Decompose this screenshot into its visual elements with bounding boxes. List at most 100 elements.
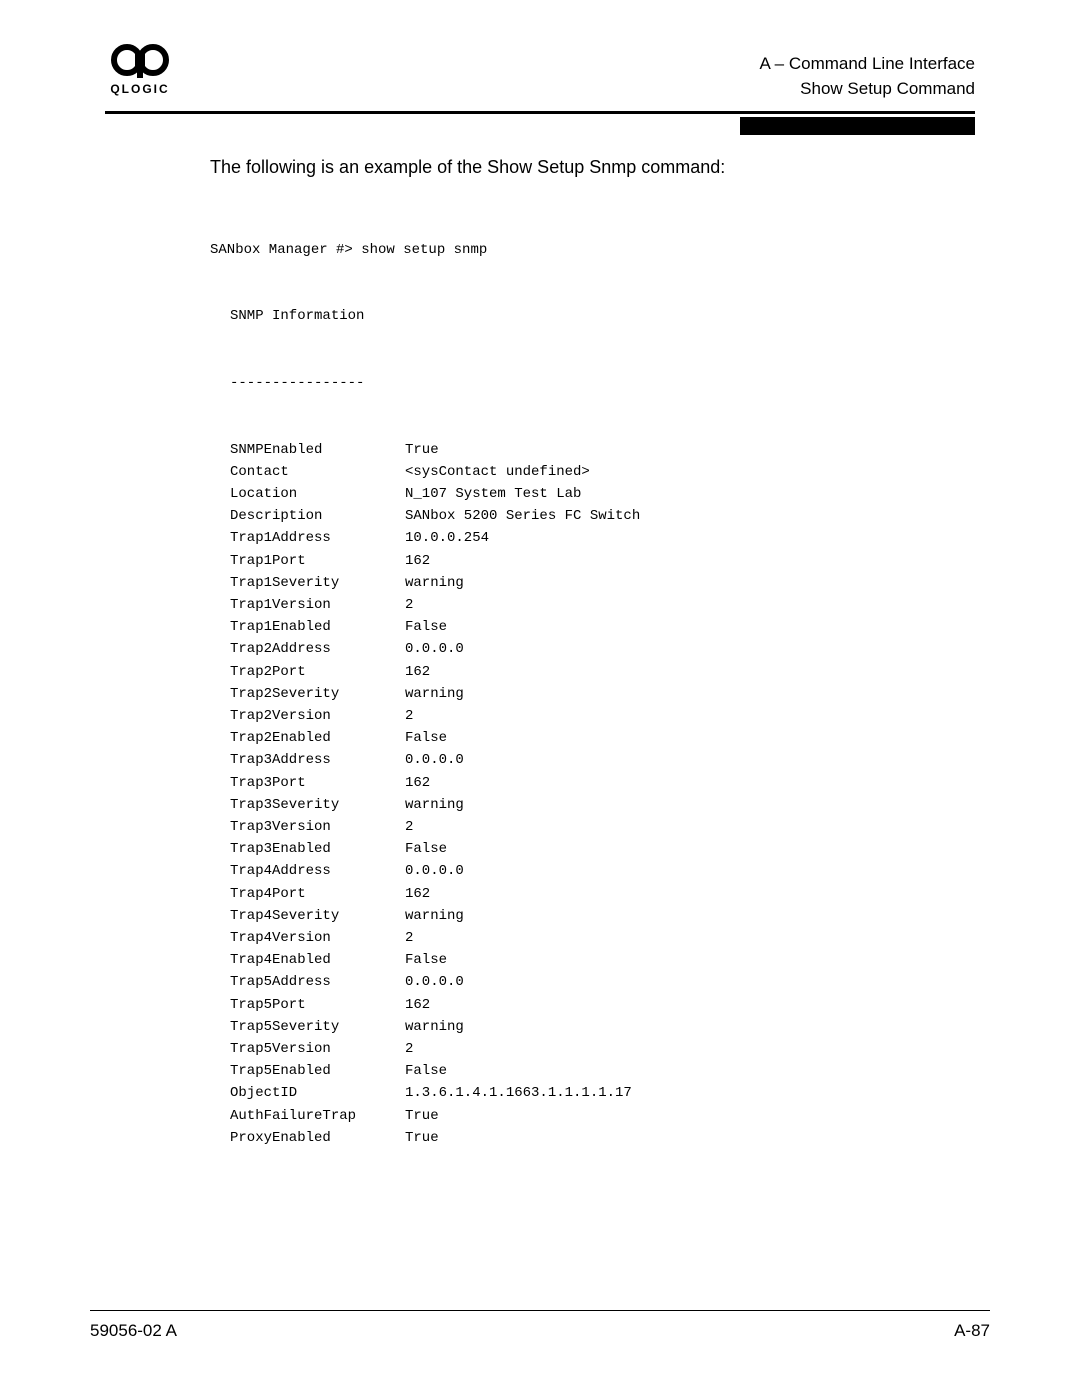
cli-output: SANbox Manager #> show setup snmp SNMP I… bbox=[210, 194, 990, 1193]
cli-key: Trap4Version bbox=[230, 927, 405, 949]
cli-rule: ---------------- bbox=[210, 372, 990, 394]
cli-row: Trap2Port162 bbox=[210, 661, 990, 683]
cli-row: Trap5Severitywarning bbox=[210, 1016, 990, 1038]
cli-row: DescriptionSANbox 5200 Series FC Switch bbox=[210, 505, 990, 527]
logo: QLOGIC bbox=[105, 40, 175, 96]
cli-value: warning bbox=[405, 572, 464, 594]
accent-bar bbox=[740, 117, 975, 135]
cli-subhead: SNMP Information bbox=[210, 305, 990, 327]
cli-row: LocationN_107 System Test Lab bbox=[210, 483, 990, 505]
cli-key: Trap3Severity bbox=[230, 794, 405, 816]
cli-row: Trap5Port162 bbox=[210, 994, 990, 1016]
cli-row: Trap1Port162 bbox=[210, 550, 990, 572]
cli-value: 10.0.0.254 bbox=[405, 527, 489, 549]
cli-key: Trap4Address bbox=[230, 860, 405, 882]
cli-value: False bbox=[405, 949, 447, 971]
cli-value: 1.3.6.1.4.1.1663.1.1.1.1.17 bbox=[405, 1082, 632, 1104]
footer-rule bbox=[90, 1310, 990, 1311]
cli-key: Trap1Port bbox=[230, 550, 405, 572]
cli-key: Trap5Version bbox=[230, 1038, 405, 1060]
cli-key: Trap5Address bbox=[230, 971, 405, 993]
cli-row: Trap3Severitywarning bbox=[210, 794, 990, 816]
cli-key: Contact bbox=[230, 461, 405, 483]
cli-key: Location bbox=[230, 483, 405, 505]
cli-prompt-line: SANbox Manager #> show setup snmp bbox=[210, 239, 990, 261]
cli-key: Trap1Address bbox=[230, 527, 405, 549]
cli-row: Trap4Version2 bbox=[210, 927, 990, 949]
cli-row: AuthFailureTrapTrue bbox=[210, 1105, 990, 1127]
cli-value: False bbox=[405, 838, 447, 860]
page-header: QLOGIC A – Command Line Interface Show S… bbox=[90, 40, 990, 111]
cli-key: Trap3Address bbox=[230, 749, 405, 771]
cli-row: Trap3Port162 bbox=[210, 772, 990, 794]
cli-row: ObjectID1.3.6.1.4.1.1663.1.1.1.1.17 bbox=[210, 1082, 990, 1104]
cli-value: N_107 System Test Lab bbox=[405, 483, 581, 505]
cli-row: Trap5Address0.0.0.0 bbox=[210, 971, 990, 993]
cli-value: SANbox 5200 Series FC Switch bbox=[405, 505, 640, 527]
header-line-2: Show Setup Command bbox=[760, 77, 975, 102]
cli-row: Trap1Address10.0.0.254 bbox=[210, 527, 990, 549]
cli-value: 162 bbox=[405, 661, 430, 683]
cli-key: AuthFailureTrap bbox=[230, 1105, 405, 1127]
cli-key: Trap3Port bbox=[230, 772, 405, 794]
cli-value: 2 bbox=[405, 594, 413, 616]
cli-row: Contact<sysContact undefined> bbox=[210, 461, 990, 483]
cli-row: Trap3Version2 bbox=[210, 816, 990, 838]
cli-value: True bbox=[405, 1127, 439, 1149]
cli-row: Trap2Severitywarning bbox=[210, 683, 990, 705]
cli-key: ProxyEnabled bbox=[230, 1127, 405, 1149]
cli-value: warning bbox=[405, 683, 464, 705]
cli-value: 0.0.0.0 bbox=[405, 638, 464, 660]
cli-value: 2 bbox=[405, 705, 413, 727]
cli-value: False bbox=[405, 727, 447, 749]
cli-value: True bbox=[405, 439, 439, 461]
cli-key: Trap5Severity bbox=[230, 1016, 405, 1038]
cli-key: Trap1Version bbox=[230, 594, 405, 616]
cli-value: 0.0.0.0 bbox=[405, 749, 464, 771]
cli-value: False bbox=[405, 1060, 447, 1082]
cli-row: Trap3Address0.0.0.0 bbox=[210, 749, 990, 771]
header-line-1: A – Command Line Interface bbox=[760, 52, 975, 77]
cli-key: Trap4Enabled bbox=[230, 949, 405, 971]
qlogic-icon bbox=[111, 40, 169, 80]
page: QLOGIC A – Command Line Interface Show S… bbox=[0, 0, 1080, 1397]
cli-key: Trap5Port bbox=[230, 994, 405, 1016]
cli-key: Trap2Enabled bbox=[230, 727, 405, 749]
header-right: A – Command Line Interface Show Setup Co… bbox=[760, 40, 975, 101]
cli-row: Trap4Severitywarning bbox=[210, 905, 990, 927]
cli-value: 0.0.0.0 bbox=[405, 971, 464, 993]
footer-right: A-87 bbox=[954, 1321, 990, 1341]
cli-key: Trap4Port bbox=[230, 883, 405, 905]
cli-row: ProxyEnabledTrue bbox=[210, 1127, 990, 1149]
cli-rows: SNMPEnabledTrueContact<sysContact undefi… bbox=[210, 439, 990, 1150]
cli-row: SNMPEnabledTrue bbox=[210, 439, 990, 461]
cli-row: Trap4Port162 bbox=[210, 883, 990, 905]
cli-value: 162 bbox=[405, 883, 430, 905]
cli-row: Trap5Version2 bbox=[210, 1038, 990, 1060]
cli-key: Trap2Severity bbox=[230, 683, 405, 705]
cli-row: Trap1EnabledFalse bbox=[210, 616, 990, 638]
cli-key: Trap5Enabled bbox=[230, 1060, 405, 1082]
cli-key: Trap4Severity bbox=[230, 905, 405, 927]
cli-value: 2 bbox=[405, 816, 413, 838]
cli-key: Trap2Version bbox=[230, 705, 405, 727]
cli-value: <sysContact undefined> bbox=[405, 461, 590, 483]
cli-value: 162 bbox=[405, 772, 430, 794]
cli-value: False bbox=[405, 616, 447, 638]
cli-value: 162 bbox=[405, 994, 430, 1016]
section-intro: The following is an example of the Show … bbox=[210, 157, 990, 178]
cli-value: 2 bbox=[405, 1038, 413, 1060]
cli-key: Trap2Address bbox=[230, 638, 405, 660]
cli-value: True bbox=[405, 1105, 439, 1127]
cli-key: Trap1Severity bbox=[230, 572, 405, 594]
cli-row: Trap4EnabledFalse bbox=[210, 949, 990, 971]
header-rule bbox=[105, 111, 975, 114]
cli-row: Trap4Address0.0.0.0 bbox=[210, 860, 990, 882]
cli-row: Trap1Version2 bbox=[210, 594, 990, 616]
cli-key: Trap2Port bbox=[230, 661, 405, 683]
cli-value: 2 bbox=[405, 927, 413, 949]
cli-key: Trap3Enabled bbox=[230, 838, 405, 860]
cli-value: warning bbox=[405, 1016, 464, 1038]
cli-key: ObjectID bbox=[230, 1082, 405, 1104]
cli-value: warning bbox=[405, 905, 464, 927]
